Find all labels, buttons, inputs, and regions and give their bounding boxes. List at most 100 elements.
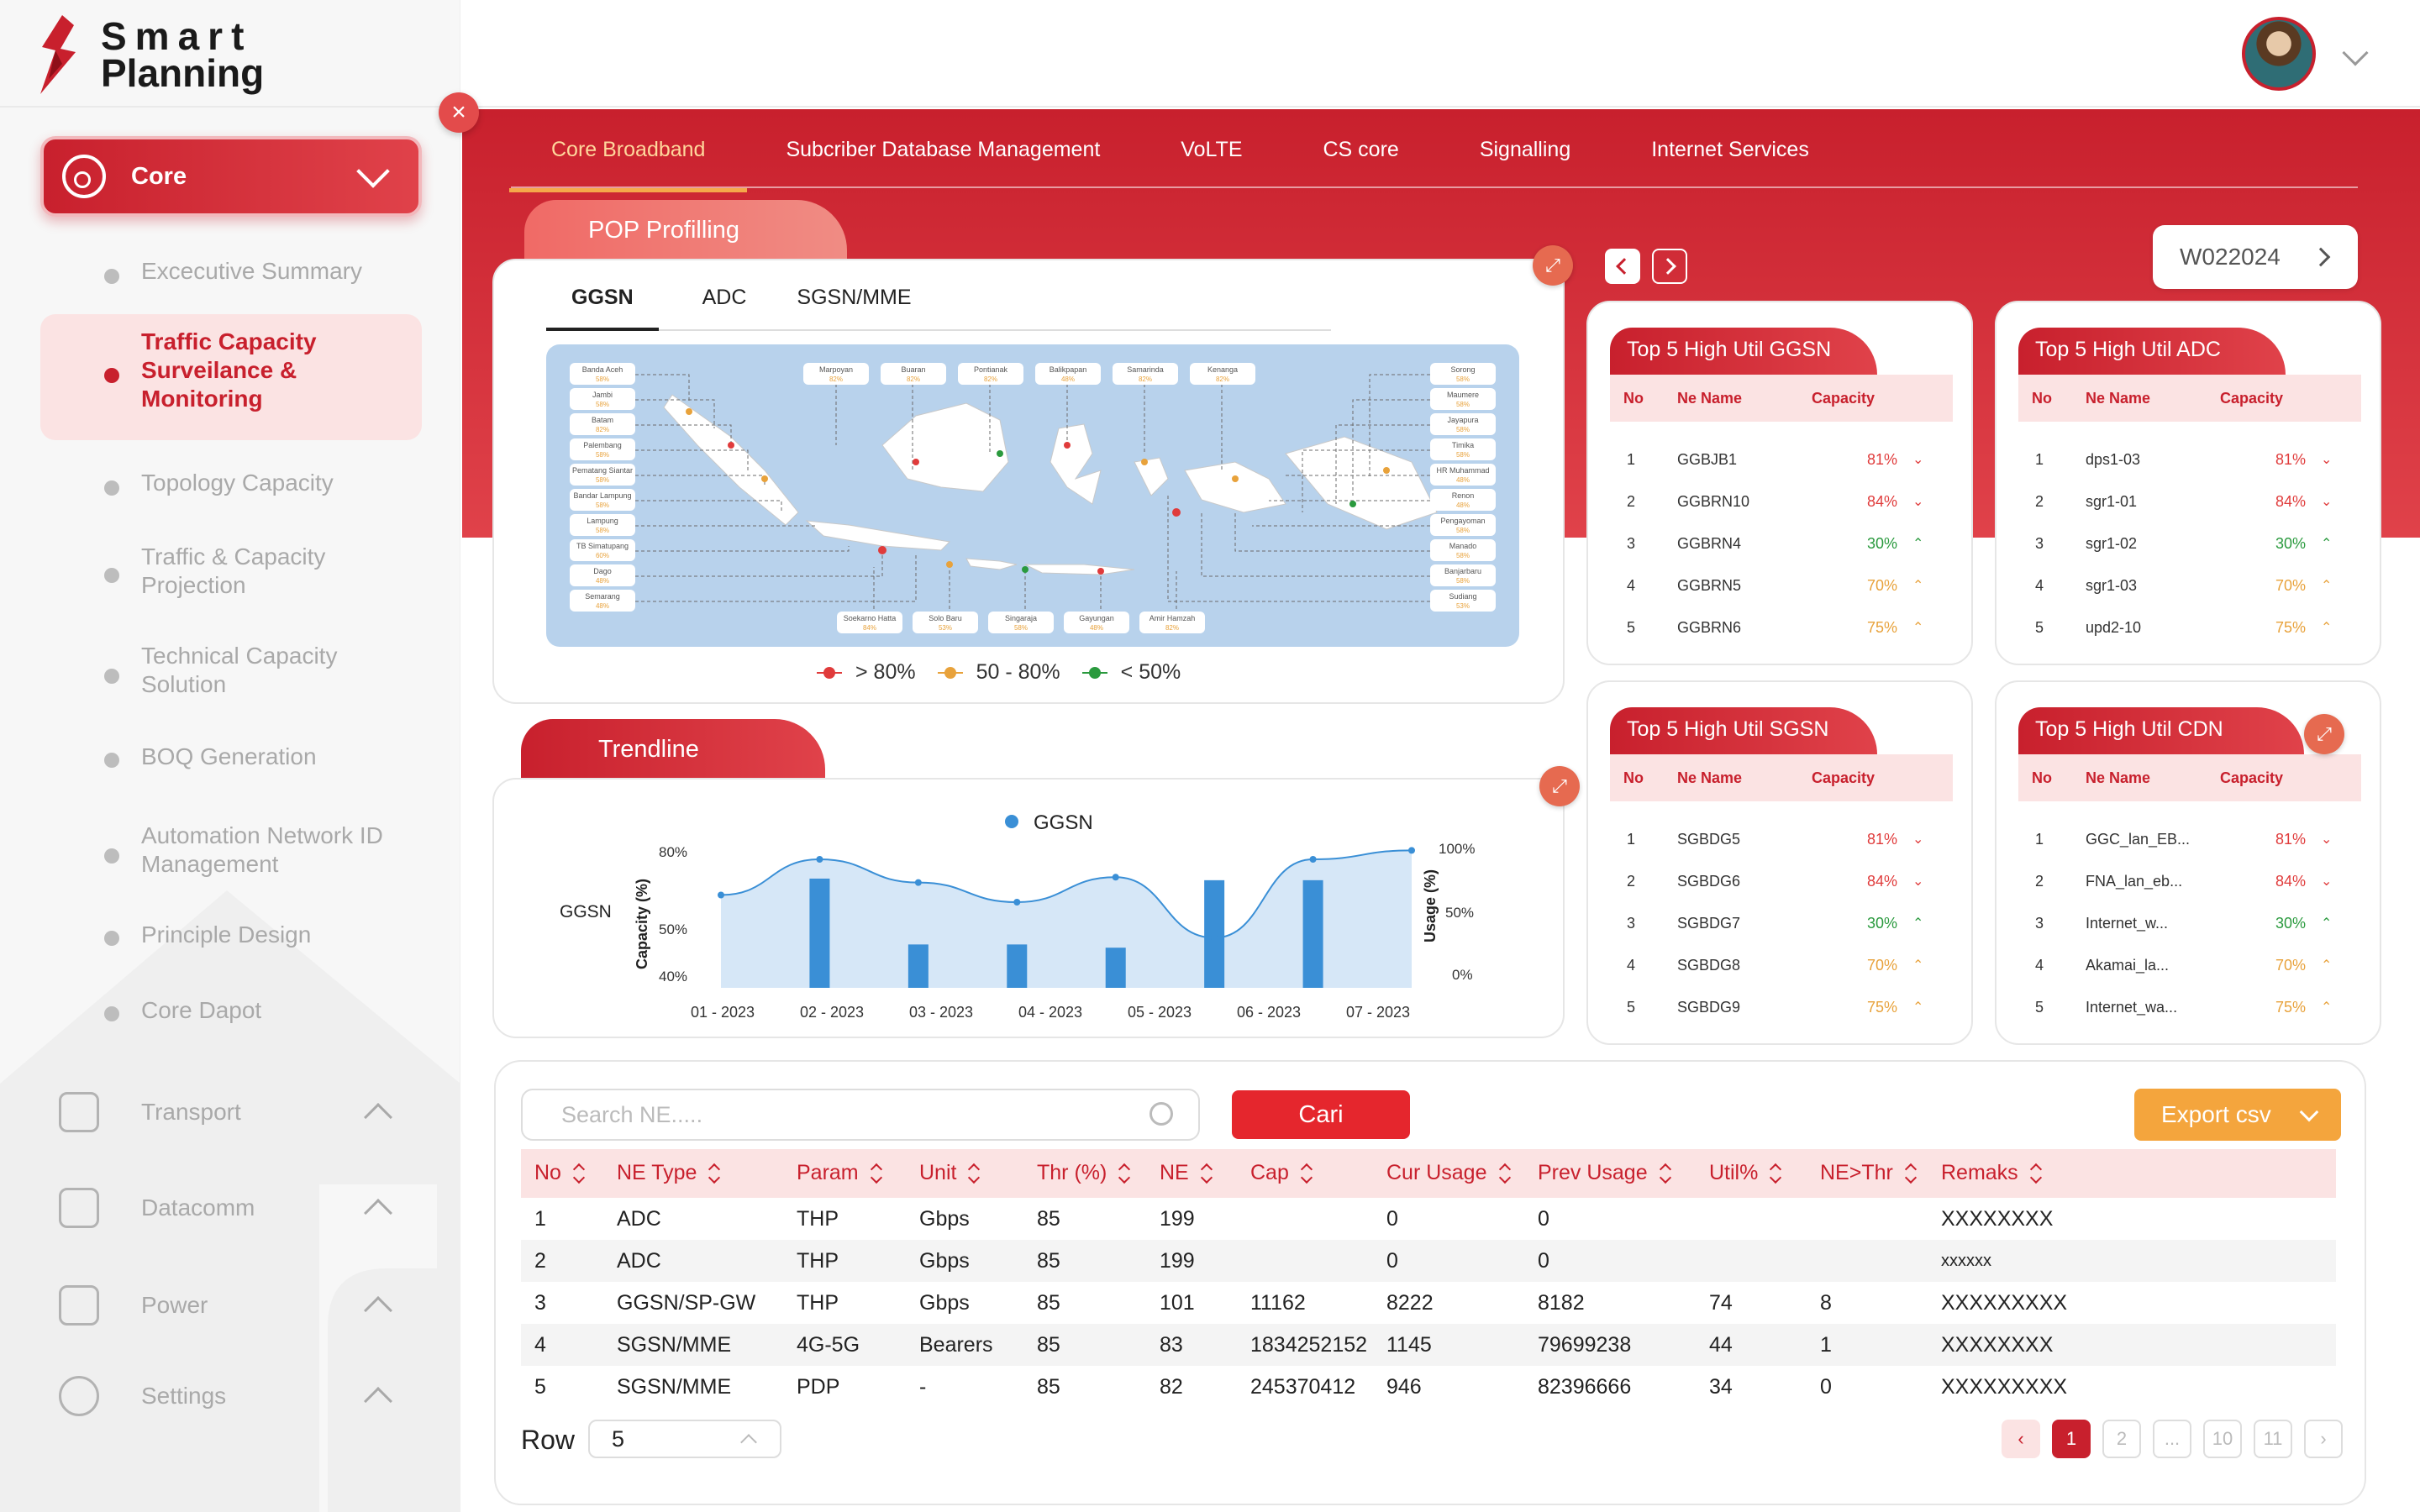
- rows-per-page-select[interactable]: 5: [588, 1420, 781, 1458]
- sort-icon[interactable]: [968, 1163, 978, 1184]
- col-no[interactable]: No: [1610, 769, 1677, 787]
- map-site-label[interactable]: Jayapura 58%: [1430, 413, 1496, 435]
- map-site-label[interactable]: Pematang Siantar 58%: [570, 464, 635, 486]
- sort-icon[interactable]: [1301, 1163, 1311, 1184]
- map-site-label[interactable]: Soekarno Hatta 84%: [837, 612, 902, 633]
- tab-cs-core[interactable]: CS core: [1323, 108, 1399, 192]
- column-header-util[interactable]: Util%: [1709, 1161, 1780, 1185]
- column-header-ne[interactable]: NE: [1160, 1161, 1211, 1185]
- expand-icon[interactable]: ⤢: [2304, 714, 2344, 754]
- menu-settings[interactable]: Settings: [59, 1376, 412, 1416]
- map-site-label[interactable]: Solo Baru 53%: [913, 612, 978, 633]
- series-point[interactable]: [1408, 847, 1415, 854]
- next-week-button[interactable]: [1652, 249, 1687, 284]
- column-header-cap[interactable]: Cap: [1250, 1161, 1311, 1185]
- map-site-label[interactable]: Jambi 58%: [570, 388, 635, 410]
- col-ne-name[interactable]: Ne Name: [1677, 769, 1812, 787]
- usage-bar[interactable]: [1204, 879, 1225, 988]
- top5-row[interactable]: 2 sgr1-01 84% ⌄: [2018, 480, 2361, 522]
- user-avatar[interactable]: [2242, 17, 2316, 91]
- map-site-label[interactable]: Banjarbaru 58%: [1430, 564, 1496, 586]
- series-point[interactable]: [816, 856, 823, 863]
- close-sidebar-button[interactable]: ×: [439, 92, 479, 133]
- prev-week-button[interactable]: [1605, 249, 1640, 284]
- top5-row[interactable]: 4 GGBRN5 70% ⌃: [1610, 564, 1953, 606]
- submenu-technical-capacity-solution[interactable]: Technical Capacity Solution: [40, 627, 422, 729]
- tab-subscriber-database[interactable]: Subcriber Database Management: [786, 108, 1100, 192]
- col-capacity[interactable]: Capacity: [1812, 769, 1938, 787]
- col-no[interactable]: No: [1610, 390, 1677, 407]
- column-header-remaks[interactable]: Remaks: [1941, 1161, 2040, 1185]
- col-no[interactable]: No: [2018, 769, 2086, 787]
- submenu-executive-summary[interactable]: Excecutive Summary: [40, 235, 422, 311]
- col-capacity[interactable]: Capacity: [2220, 769, 2346, 787]
- map-site-label[interactable]: Batam 82%: [570, 413, 635, 435]
- pagination-page[interactable]: 1: [2052, 1420, 2091, 1458]
- column-header-ne-type[interactable]: NE Type: [617, 1161, 718, 1185]
- sort-icon[interactable]: [1118, 1163, 1128, 1184]
- submenu-traffic-capacity-projection[interactable]: Traffic & Capacity Projection: [40, 524, 422, 627]
- top5-row[interactable]: 1 SGBDG5 81% ⌄: [1610, 818, 1953, 860]
- tab-signalling[interactable]: Signalling: [1480, 108, 1570, 192]
- map-site-label[interactable]: Banda Aceh 58%: [570, 363, 635, 385]
- tab-volte[interactable]: VoLTE: [1181, 108, 1242, 192]
- top5-row[interactable]: 3 sgr1-02 30% ⌃: [2018, 522, 2361, 564]
- tab-core-broadband[interactable]: Core Broadband: [508, 108, 749, 192]
- week-selector[interactable]: W022024: [2153, 225, 2358, 289]
- top5-row[interactable]: 2 SGBDG6 84% ⌄: [1610, 860, 1953, 902]
- map-site-label[interactable]: HR Muhammad 48%: [1430, 464, 1496, 486]
- map-site-label[interactable]: Bandar Lampung 58%: [570, 489, 635, 511]
- map-site-label[interactable]: Timika 58%: [1430, 438, 1496, 460]
- sort-icon[interactable]: [1499, 1163, 1509, 1184]
- top5-row[interactable]: 3 Internet_w... 30% ⌃: [2018, 902, 2361, 944]
- column-header-prev-usage[interactable]: Prev Usage: [1538, 1161, 1670, 1185]
- series-point[interactable]: [1309, 856, 1317, 863]
- pagination-page[interactable]: 11: [2254, 1420, 2292, 1458]
- submenu-automation-network-id[interactable]: Automation Network ID Management: [40, 806, 422, 909]
- column-header-unit[interactable]: Unit: [919, 1161, 978, 1185]
- series-point[interactable]: [1013, 899, 1021, 906]
- map-site-label[interactable]: Maumere 58%: [1430, 388, 1496, 410]
- pagination-page[interactable]: 10: [2203, 1420, 2242, 1458]
- map-site-label[interactable]: Manado 58%: [1430, 539, 1496, 561]
- top5-row[interactable]: 5 GGBRN6 75% ⌃: [1610, 606, 1953, 648]
- map-site-label[interactable]: Gayungan 48%: [1064, 612, 1129, 633]
- map-site-label[interactable]: Palembang 58%: [570, 438, 635, 460]
- map-site-label[interactable]: Samarinda 82%: [1113, 363, 1178, 385]
- table-row[interactable]: [521, 1240, 2336, 1282]
- map-site-label[interactable]: Sorong 58%: [1430, 363, 1496, 385]
- menu-power[interactable]: Power: [59, 1285, 412, 1326]
- sort-icon[interactable]: [1660, 1163, 1670, 1184]
- top5-row[interactable]: 2 FNA_lan_eb... 84% ⌄: [2018, 860, 2361, 902]
- app-logo[interactable]: Smart Planning: [37, 13, 264, 96]
- pagination-page[interactable]: 2: [2102, 1420, 2141, 1458]
- col-ne-name[interactable]: Ne Name: [2086, 769, 2220, 787]
- expand-icon[interactable]: ⤢: [1533, 245, 1573, 286]
- submenu-topology-capacity[interactable]: Topology Capacity: [40, 440, 422, 524]
- series-point[interactable]: [1112, 874, 1119, 881]
- usage-bar[interactable]: [1007, 944, 1028, 988]
- series-point[interactable]: [718, 891, 724, 899]
- submenu-traffic-capacity-surveilance[interactable]: Traffic Capacity Surveilance & Monitorin…: [40, 314, 422, 440]
- submenu-principle-design[interactable]: Principle Design: [40, 909, 422, 984]
- map-site-label[interactable]: Marpoyan 82%: [803, 363, 869, 385]
- column-header-no[interactable]: No: [534, 1161, 583, 1185]
- sort-icon[interactable]: [1770, 1163, 1780, 1184]
- series-point[interactable]: [914, 879, 922, 886]
- top5-row[interactable]: 2 GGBRN10 84% ⌄: [1610, 480, 1953, 522]
- usage-bar[interactable]: [1105, 948, 1126, 988]
- tab-internet-services[interactable]: Internet Services: [1651, 108, 1809, 192]
- column-header-ne-thr[interactable]: NE>Thr: [1820, 1161, 1915, 1185]
- top5-row[interactable]: 3 GGBRN4 30% ⌃: [1610, 522, 1953, 564]
- map-site-label[interactable]: Buaran 82%: [881, 363, 946, 385]
- map-site-label[interactable]: Semarang 48%: [570, 590, 635, 612]
- search-button[interactable]: Cari: [1232, 1090, 1410, 1139]
- submenu-core-dapot[interactable]: Core Dapot: [40, 984, 422, 1060]
- pagination-prev[interactable]: ‹: [2002, 1420, 2040, 1458]
- sort-icon[interactable]: [708, 1163, 718, 1184]
- submenu-boq-generation[interactable]: BOQ Generation: [40, 729, 422, 806]
- subtab-sgsn-mme[interactable]: SGSN/MME: [771, 277, 936, 329]
- map-site-label[interactable]: Pontianak 82%: [958, 363, 1023, 385]
- column-header-param[interactable]: Param: [797, 1161, 881, 1185]
- top5-row[interactable]: 4 Akamai_la... 70% ⌃: [2018, 944, 2361, 986]
